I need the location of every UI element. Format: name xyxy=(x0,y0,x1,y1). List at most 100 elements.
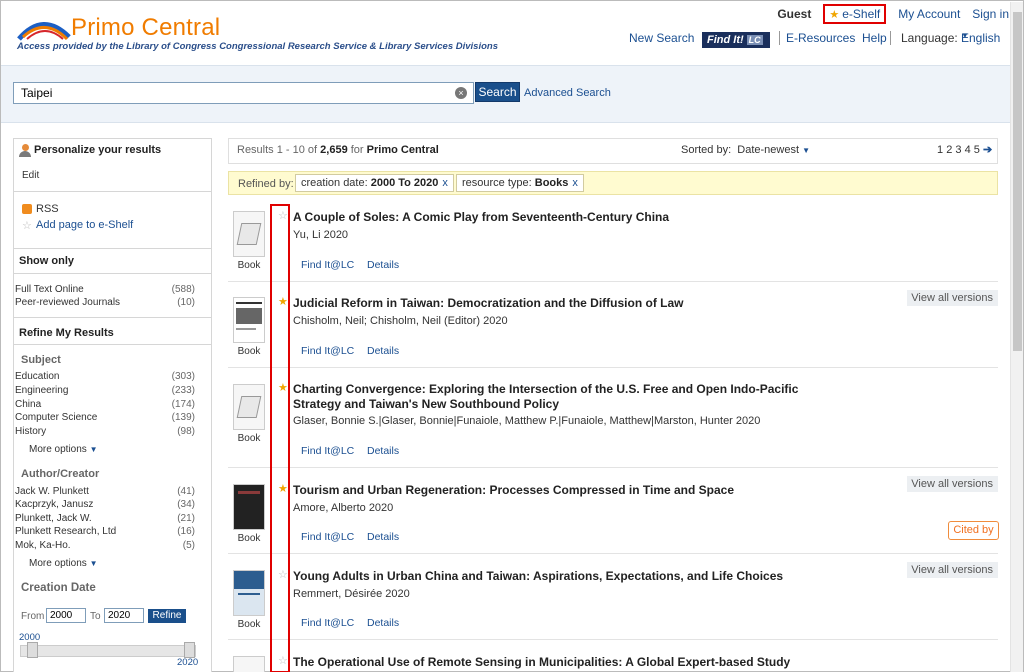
result-author: Amore, Alberto 2020 xyxy=(293,502,394,514)
add-page-eshelf-link[interactable]: Add page to e-Shelf xyxy=(36,219,133,231)
page-link[interactable]: 4 xyxy=(965,144,971,156)
book-thumbnail[interactable] xyxy=(233,211,265,257)
cover-line xyxy=(236,302,262,304)
scrollbar[interactable] xyxy=(1010,2,1023,672)
page-link[interactable]: 2 xyxy=(946,144,952,156)
to-label: To xyxy=(90,611,101,622)
result-title[interactable]: Judicial Reform in Taiwan: Democratizati… xyxy=(293,296,833,311)
edit-link[interactable]: Edit xyxy=(22,170,39,181)
pagination: 1 2 3 4 5 ➔ xyxy=(937,143,992,156)
slider-max-label: 2020 xyxy=(177,657,199,668)
divider xyxy=(14,248,211,249)
logo-arc-icon xyxy=(17,22,71,41)
view-all-versions-link[interactable]: View all versions xyxy=(907,476,998,492)
nav-links: New Search E-Resources Help Language: En… xyxy=(629,31,1019,47)
facet-count: (21) xyxy=(177,513,195,524)
book-thumbnail[interactable] xyxy=(233,656,265,672)
advanced-search-link[interactable]: Advanced Search xyxy=(524,87,611,99)
personalize-title: Personalize your results xyxy=(34,144,162,156)
author-item[interactable]: Jack W. Plunkett (41) xyxy=(15,486,195,497)
book-thumbnail[interactable] xyxy=(233,570,265,616)
details-link[interactable]: Details xyxy=(367,531,399,543)
find-it-label: Find It! xyxy=(707,34,744,46)
book-thumbnail[interactable] xyxy=(233,297,265,343)
subject-item[interactable]: History (98) xyxy=(15,426,195,437)
show-only-item[interactable]: Peer-reviewed Journals (10) xyxy=(15,297,195,308)
page-link[interactable]: 5 xyxy=(974,144,980,156)
result-title[interactable]: The Operational Use of Remote Sensing in… xyxy=(293,655,833,670)
date-slider-track[interactable] xyxy=(20,645,196,657)
slider-min-handle[interactable] xyxy=(27,642,38,658)
find-it-link[interactable]: Find It@LC xyxy=(301,617,354,629)
result-title[interactable]: Young Adults in Urban China and Taiwan: … xyxy=(293,569,833,584)
from-year-input[interactable]: 2000 xyxy=(46,608,86,623)
remove-facet-icon[interactable]: x xyxy=(572,177,578,189)
logo-text: Primo Central xyxy=(71,14,221,41)
author-item[interactable]: Plunkett, Jack W. (21) xyxy=(15,513,195,524)
language-label: Language: xyxy=(901,31,958,45)
refine-button[interactable]: Refine xyxy=(148,609,186,623)
facet-label: Mok, Ka-Ho. xyxy=(15,540,71,551)
scrollbar-thumb[interactable] xyxy=(1013,12,1022,351)
view-all-versions-link[interactable]: View all versions xyxy=(907,290,998,306)
subject-more-options[interactable]: More options ▼ xyxy=(29,444,98,455)
star-filled-icon[interactable]: ★ xyxy=(278,482,288,495)
cover-image xyxy=(234,571,264,589)
view-all-versions-link[interactable]: View all versions xyxy=(907,562,998,578)
clear-icon[interactable]: × xyxy=(455,87,467,99)
author-item[interactable]: Kacprzyk, Janusz (34) xyxy=(15,499,195,510)
details-link[interactable]: Details xyxy=(367,617,399,629)
book-thumbnail[interactable] xyxy=(233,384,265,430)
find-it-button[interactable]: Find It! LC xyxy=(702,32,770,48)
details-link[interactable]: Details xyxy=(367,445,399,457)
star-outline-icon[interactable]: ☆ xyxy=(278,568,288,581)
page-link[interactable]: 1 xyxy=(937,144,943,156)
refine-title: Refine My Results xyxy=(19,327,114,339)
help-link[interactable]: Help xyxy=(862,31,887,45)
sign-in-link[interactable]: Sign in xyxy=(972,7,1009,21)
eshelf-link[interactable]: ★ e-Shelf xyxy=(823,4,887,24)
book-thumbnail[interactable] xyxy=(233,484,265,530)
subject-item[interactable]: China (174) xyxy=(15,399,195,410)
subject-item[interactable]: Engineering (233) xyxy=(15,385,195,396)
results-scope: Primo Central xyxy=(366,144,439,156)
subject-item[interactable]: Computer Science (139) xyxy=(15,412,195,423)
show-only-item[interactable]: Full Text Online (588) xyxy=(15,284,195,295)
slider-max-handle[interactable] xyxy=(184,642,195,658)
facet-label: Peer-reviewed Journals xyxy=(15,297,121,308)
star-filled-icon[interactable]: ★ xyxy=(278,381,288,394)
author-more-options[interactable]: More options ▼ xyxy=(29,558,98,569)
star-icon: ☆ xyxy=(22,220,32,232)
find-it-link[interactable]: Find It@LC xyxy=(301,445,354,457)
star-outline-icon[interactable]: ☆ xyxy=(278,654,288,667)
result-title[interactable]: Tourism and Urban Regeneration: Processe… xyxy=(293,483,833,498)
star-outline-icon[interactable]: ☆ xyxy=(278,209,288,222)
remove-facet-icon[interactable]: x xyxy=(442,177,448,189)
subject-item[interactable]: Education (303) xyxy=(15,371,195,382)
sorted-label: Sorted by: xyxy=(681,144,732,156)
author-item[interactable]: Plunkett Research, Ltd (16) xyxy=(15,526,195,537)
e-resources-link[interactable]: E-Resources xyxy=(786,31,855,45)
new-search-link[interactable]: New Search xyxy=(629,31,694,45)
sort-control[interactable]: Sorted by: Date-newest ▼ xyxy=(681,144,810,156)
page-link[interactable]: 3 xyxy=(955,144,961,156)
find-it-link[interactable]: Find It@LC xyxy=(301,259,354,271)
search-input[interactable]: Taipei xyxy=(13,82,474,104)
find-it-link[interactable]: Find It@LC xyxy=(301,345,354,357)
result-title[interactable]: Charting Convergence: Exploring the Inte… xyxy=(293,382,833,412)
find-it-link[interactable]: Find It@LC xyxy=(301,531,354,543)
author-item[interactable]: Mok, Ka-Ho. (5) xyxy=(15,540,195,551)
next-arrow-icon[interactable]: ➔ xyxy=(983,144,992,156)
result-title[interactable]: A Couple of Soles: A Comic Play from Sev… xyxy=(293,210,833,225)
rss-link[interactable]: RSS xyxy=(36,203,59,215)
book-icon xyxy=(236,223,262,245)
divider xyxy=(779,31,780,45)
cited-by-button[interactable]: Cited by xyxy=(948,521,999,540)
result-author: Glaser, Bonnie S.|Glaser, Bonnie|Funaiol… xyxy=(293,415,761,427)
details-link[interactable]: Details xyxy=(367,259,399,271)
my-account-link[interactable]: My Account xyxy=(898,7,960,21)
to-year-input[interactable]: 2020 xyxy=(104,608,144,623)
details-link[interactable]: Details xyxy=(367,345,399,357)
search-button[interactable]: Search xyxy=(475,82,520,102)
star-filled-icon[interactable]: ★ xyxy=(278,295,288,308)
